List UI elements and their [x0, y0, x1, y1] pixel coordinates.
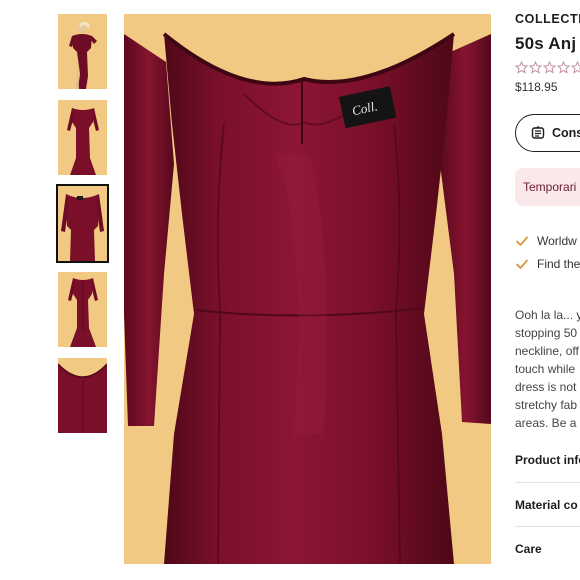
- description-line: Ooh la la... y: [515, 308, 580, 322]
- thumbnail-5[interactable]: [58, 358, 107, 433]
- star-icon: [556, 60, 571, 74]
- accordion-label: Product info: [515, 453, 580, 467]
- thumbnail-5-image: [58, 358, 107, 433]
- product-info-panel: COLLECTI 50s Anj $118.95 Cons Temporari …: [515, 0, 580, 580]
- brand-name[interactable]: COLLECTI: [515, 12, 580, 26]
- thumbnail-1-image: [58, 14, 107, 89]
- product-price: $118.95: [515, 80, 558, 94]
- rating-stars[interactable]: [515, 60, 580, 76]
- check-icon: [515, 257, 529, 271]
- hanger-icon: [530, 125, 546, 141]
- thumbnail-2-image: [58, 100, 107, 175]
- velvet-dress-photo: Coll.: [124, 14, 491, 564]
- thumbnail-2[interactable]: [58, 100, 107, 175]
- feature-label: Worldw: [537, 234, 577, 248]
- description-line: neckline, off: [515, 344, 579, 358]
- description-line: stretchy fab: [515, 398, 578, 412]
- accordion-label: Care: [515, 541, 542, 556]
- consult-button-label: Cons: [552, 126, 580, 140]
- main-product-image[interactable]: Coll.: [124, 14, 491, 564]
- description-line: touch while: [515, 362, 576, 376]
- thumbnail-3-image: [58, 186, 107, 261]
- accordion-product-info[interactable]: Product info: [515, 438, 580, 482]
- feature-find-store: Find the: [515, 257, 580, 271]
- feature-label: Find the: [537, 257, 580, 271]
- star-icon: [528, 60, 543, 74]
- star-icon: [570, 60, 580, 74]
- product-title: 50s Anj: [515, 34, 577, 53]
- thumbnail-4[interactable]: [58, 272, 107, 347]
- description-line: stopping 50: [515, 326, 578, 340]
- description-line: areas. Be a: [515, 416, 577, 430]
- stock-notice-banner: Temporari: [515, 168, 580, 206]
- consult-button[interactable]: Cons: [515, 114, 580, 152]
- thumbnail-4-image: [58, 272, 107, 347]
- accordion-label: Material co: [515, 497, 578, 512]
- thumbnail-1[interactable]: [58, 14, 107, 89]
- description-line: dress is not: [515, 380, 577, 394]
- accordion-material[interactable]: Material co: [515, 482, 580, 526]
- accordion-care[interactable]: Care: [515, 526, 580, 570]
- feature-shipping: Worldw: [515, 234, 577, 248]
- stock-notice-text: Temporari: [523, 180, 577, 194]
- star-icon: [542, 60, 557, 74]
- star-icon: [515, 60, 529, 74]
- product-description: Ooh la la... y stopping 50 neckline, off…: [515, 306, 580, 432]
- thumbnail-3[interactable]: [56, 184, 109, 263]
- check-icon: [515, 234, 529, 248]
